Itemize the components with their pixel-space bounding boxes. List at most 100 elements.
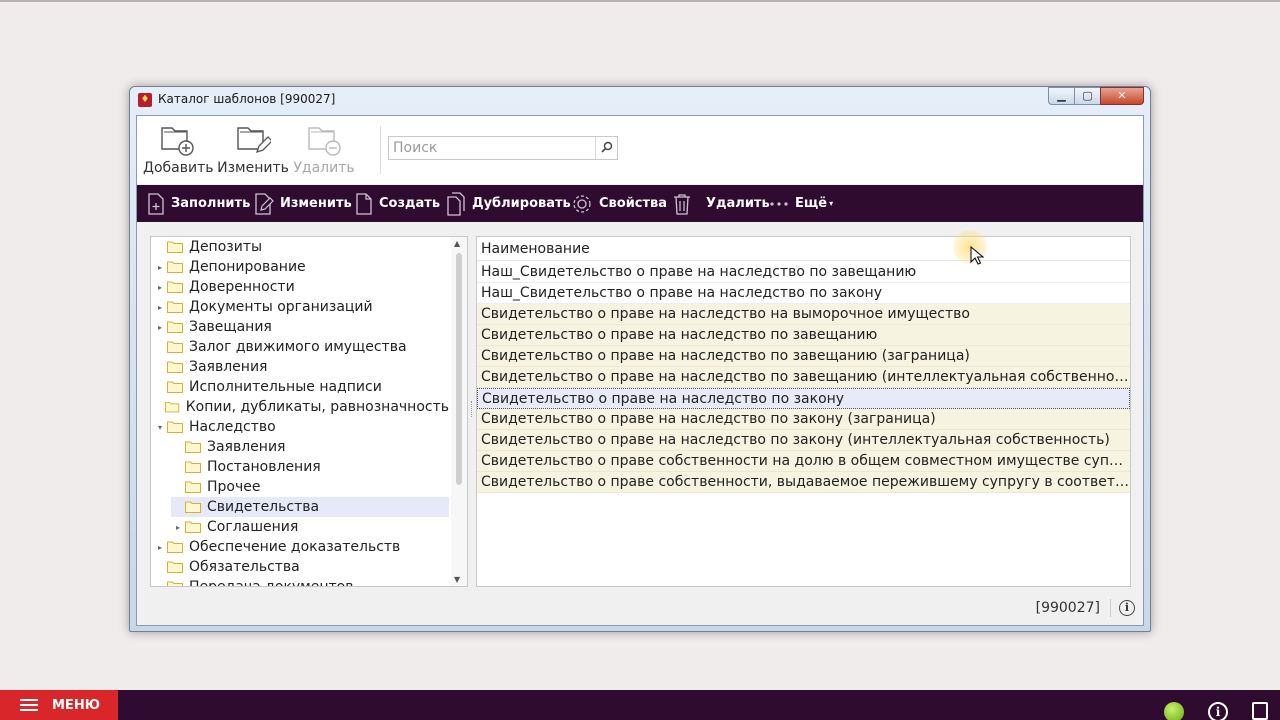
tree-item[interactable]: ▸ Соглашения [171, 517, 449, 537]
tree-expander-icon[interactable]: ▸ [153, 323, 167, 332]
search-input[interactable] [389, 137, 595, 159]
table-row[interactable]: Свидетельство о праве на наследство по з… [477, 409, 1130, 430]
table-row[interactable]: Наш_Свидетельство о праве на наследство … [477, 283, 1130, 304]
tree-item[interactable]: Исполнительные надписи [153, 377, 449, 397]
tree-expander-icon[interactable]: ▸ [153, 543, 167, 552]
tree-expander-icon[interactable]: ▸ [153, 583, 167, 587]
table-row[interactable]: Свидетельство о праве на наследство по з… [477, 388, 1130, 409]
tree-item-label: Постановления [207, 459, 321, 475]
tree-item[interactable]: Обязательства [153, 557, 449, 577]
scroll-down-icon[interactable]: ▼ [454, 575, 460, 584]
tree-item-label: Завещания [189, 319, 272, 335]
edit-button[interactable]: Изменить [254, 185, 352, 222]
template-catalog-window: ♦ Каталог шаблонов [990027] ▁ ▢ ✕ Добави… [129, 86, 1151, 632]
folder-icon [185, 441, 201, 453]
edit-button-label: Изменить [280, 196, 352, 211]
tree-item-label: Соглашения [207, 519, 299, 535]
delete-button[interactable]: Удалить [672, 185, 770, 222]
tree-scrollbar-thumb[interactable] [456, 253, 462, 485]
more-dots-icon [770, 201, 788, 206]
folder-icon [185, 501, 201, 513]
tree-item[interactable]: Постановления [171, 457, 449, 477]
folder-remove-icon [308, 127, 341, 156]
tree-item[interactable]: ▸ Доверенности [153, 277, 449, 297]
tree-item[interactable]: Залог движимого имущества [153, 337, 449, 357]
table-row[interactable]: Свидетельство о праве собственности на д… [477, 451, 1130, 472]
tree-item[interactable]: ▸ Передача документов [153, 577, 449, 587]
tree-expander-icon[interactable]: ▸ [153, 263, 167, 272]
table-row[interactable]: Свидетельство о праве на наследство по з… [477, 346, 1130, 367]
tree-expander-icon[interactable]: ▸ [171, 523, 185, 532]
tree-expander-icon[interactable]: ▸ [153, 303, 167, 312]
taskbar-info-icon[interactable]: i [1208, 702, 1228, 720]
table-row[interactable]: Свидетельство о праве на наследство по з… [477, 430, 1130, 451]
minimize-button[interactable]: ▁ [1048, 87, 1074, 105]
folder-icon [167, 301, 183, 313]
table-row[interactable]: Свидетельство о праве на наследство по з… [477, 325, 1130, 346]
info-icon[interactable]: i [1119, 600, 1135, 616]
edit-folder-button[interactable]: Изменить [217, 122, 289, 176]
tree-expander-icon[interactable]: ▸ [153, 283, 167, 292]
document-icon[interactable] [1252, 702, 1268, 720]
table-row[interactable]: Свидетельство о праве собственности, выд… [477, 472, 1130, 493]
table-row[interactable]: Свидетельство о праве на наследство на в… [477, 304, 1130, 325]
fill-button[interactable]: Заполнить [147, 185, 250, 222]
tree-scrollbar[interactable]: ▲ ▼ [451, 237, 467, 586]
document-fill-icon [148, 192, 164, 215]
close-button[interactable]: ✕ [1100, 87, 1144, 105]
hamburger-icon [20, 699, 38, 711]
search-icon[interactable] [595, 137, 617, 159]
tree-expander-icon[interactable]: ▾ [153, 423, 167, 432]
maximize-button[interactable]: ▢ [1074, 87, 1100, 105]
delete-folder-button-label: Удалить [293, 160, 355, 176]
tree-item[interactable]: ▸ Документы организаций [153, 297, 449, 317]
duplicate-button-label: Дублировать [472, 196, 571, 211]
tree-item-label: Доверенности [189, 279, 295, 295]
more-menu-button[interactable]: Ещё ▾ [769, 185, 833, 222]
tree-item[interactable]: ▸ Депонирование [153, 257, 449, 277]
tree-item-label: Обязательства [189, 559, 300, 575]
tree-item-label: Исполнительные надписи [189, 379, 382, 395]
more-menu-label: Ещё [795, 196, 828, 211]
create-button-label: Создать [379, 196, 441, 211]
tree-item[interactable]: Заявления [153, 357, 449, 377]
column-header-name[interactable]: Наименование [477, 237, 1130, 261]
duplicate-button[interactable]: Дублировать [446, 185, 571, 222]
table-row[interactable]: Свидетельство о праве на наследство по з… [477, 367, 1130, 388]
status-divider [1110, 599, 1111, 617]
folder-icon [167, 341, 183, 353]
tree-item[interactable]: Копии, дубликаты, равнозначность [153, 397, 449, 417]
delete-folder-button[interactable]: Удалить [293, 122, 355, 176]
taskbar: МЕНЮ i [0, 690, 1280, 720]
main-toolbar: Добавить Изменить Удалить [137, 116, 1143, 184]
panel-splitter[interactable] [471, 401, 473, 417]
tree-item[interactable]: Свидетельства [171, 497, 449, 517]
trash-icon [674, 193, 690, 215]
window-title: Каталог шаблонов [990027] [158, 92, 336, 106]
table-row[interactable]: Наш_Свидетельство о праве на наследство … [477, 262, 1130, 283]
properties-button[interactable]: Свойства [571, 185, 667, 222]
main-menu-button[interactable]: МЕНЮ [0, 690, 118, 720]
app-logo-icon: ♦ [138, 93, 152, 107]
add-button[interactable]: Добавить [143, 122, 214, 176]
tree-item[interactable]: ▸ Обеспечение доказательств [153, 537, 449, 557]
tree-item[interactable]: Заявления [171, 437, 449, 457]
create-button[interactable]: Создать [355, 185, 440, 222]
folder-tree: Депозиты ▸ Депонирование ▸ Доверенности ▸ Доку… [150, 236, 468, 587]
tree-item[interactable]: ▾ Наследство [153, 417, 449, 437]
document-edit-icon [255, 192, 274, 215]
folder-icon [167, 261, 183, 273]
tree-item[interactable]: Депозиты [153, 237, 449, 257]
properties-button-label: Свойства [599, 196, 668, 211]
add-button-label: Добавить [143, 160, 214, 176]
title-bar[interactable]: ♦ Каталог шаблонов [990027] ▁ ▢ ✕ [130, 87, 1150, 114]
tree-item[interactable]: Прочее [171, 477, 449, 497]
tree-item-label: Заявления [189, 359, 268, 375]
status-indicator-icon[interactable] [1164, 702, 1184, 720]
scroll-up-icon[interactable]: ▲ [454, 239, 460, 248]
mouse-cursor-icon [970, 246, 984, 265]
tree-item[interactable]: ▸ Завещания [153, 317, 449, 337]
action-bar: Заполнить Изменить Создать Дублировать С… [137, 185, 1143, 222]
template-list: Наименование Наш_Свидетельство о праве н… [476, 236, 1131, 587]
tree-item-label: Передача документов [189, 579, 354, 587]
